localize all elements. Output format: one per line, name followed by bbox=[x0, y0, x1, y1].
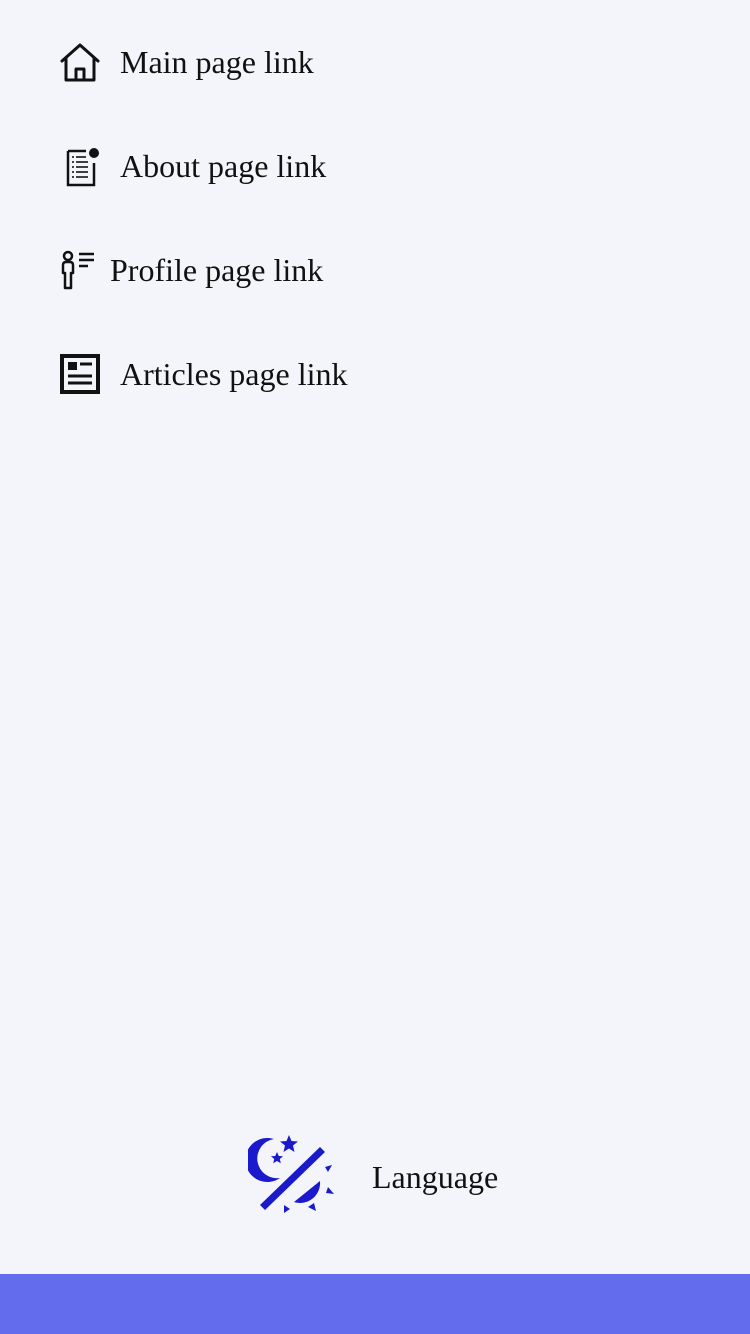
theme-toggle-icon bbox=[245, 1131, 336, 1224]
nav-item-about[interactable]: About page link bbox=[58, 138, 326, 194]
nav-item-main-label: Main page link bbox=[120, 44, 314, 80]
language-button[interactable]: Language bbox=[372, 1157, 498, 1197]
about-document-icon bbox=[58, 144, 102, 188]
footer-controls: Language bbox=[245, 1131, 498, 1224]
nav-item-profile-label: Profile page link bbox=[110, 252, 324, 288]
bottom-bar bbox=[0, 1274, 750, 1334]
articles-icon bbox=[58, 352, 102, 396]
nav-item-articles[interactable]: Articles page link bbox=[58, 346, 347, 402]
home-icon bbox=[58, 40, 102, 84]
nav-item-main[interactable]: Main page link bbox=[58, 34, 314, 90]
nav-item-articles-label: Articles page link bbox=[120, 356, 348, 392]
nav-item-about-label: About page link bbox=[120, 148, 327, 184]
nav-item-profile[interactable]: Profile page link bbox=[58, 242, 323, 298]
theme-toggle-button[interactable] bbox=[245, 1131, 336, 1224]
profile-icon bbox=[58, 248, 98, 292]
